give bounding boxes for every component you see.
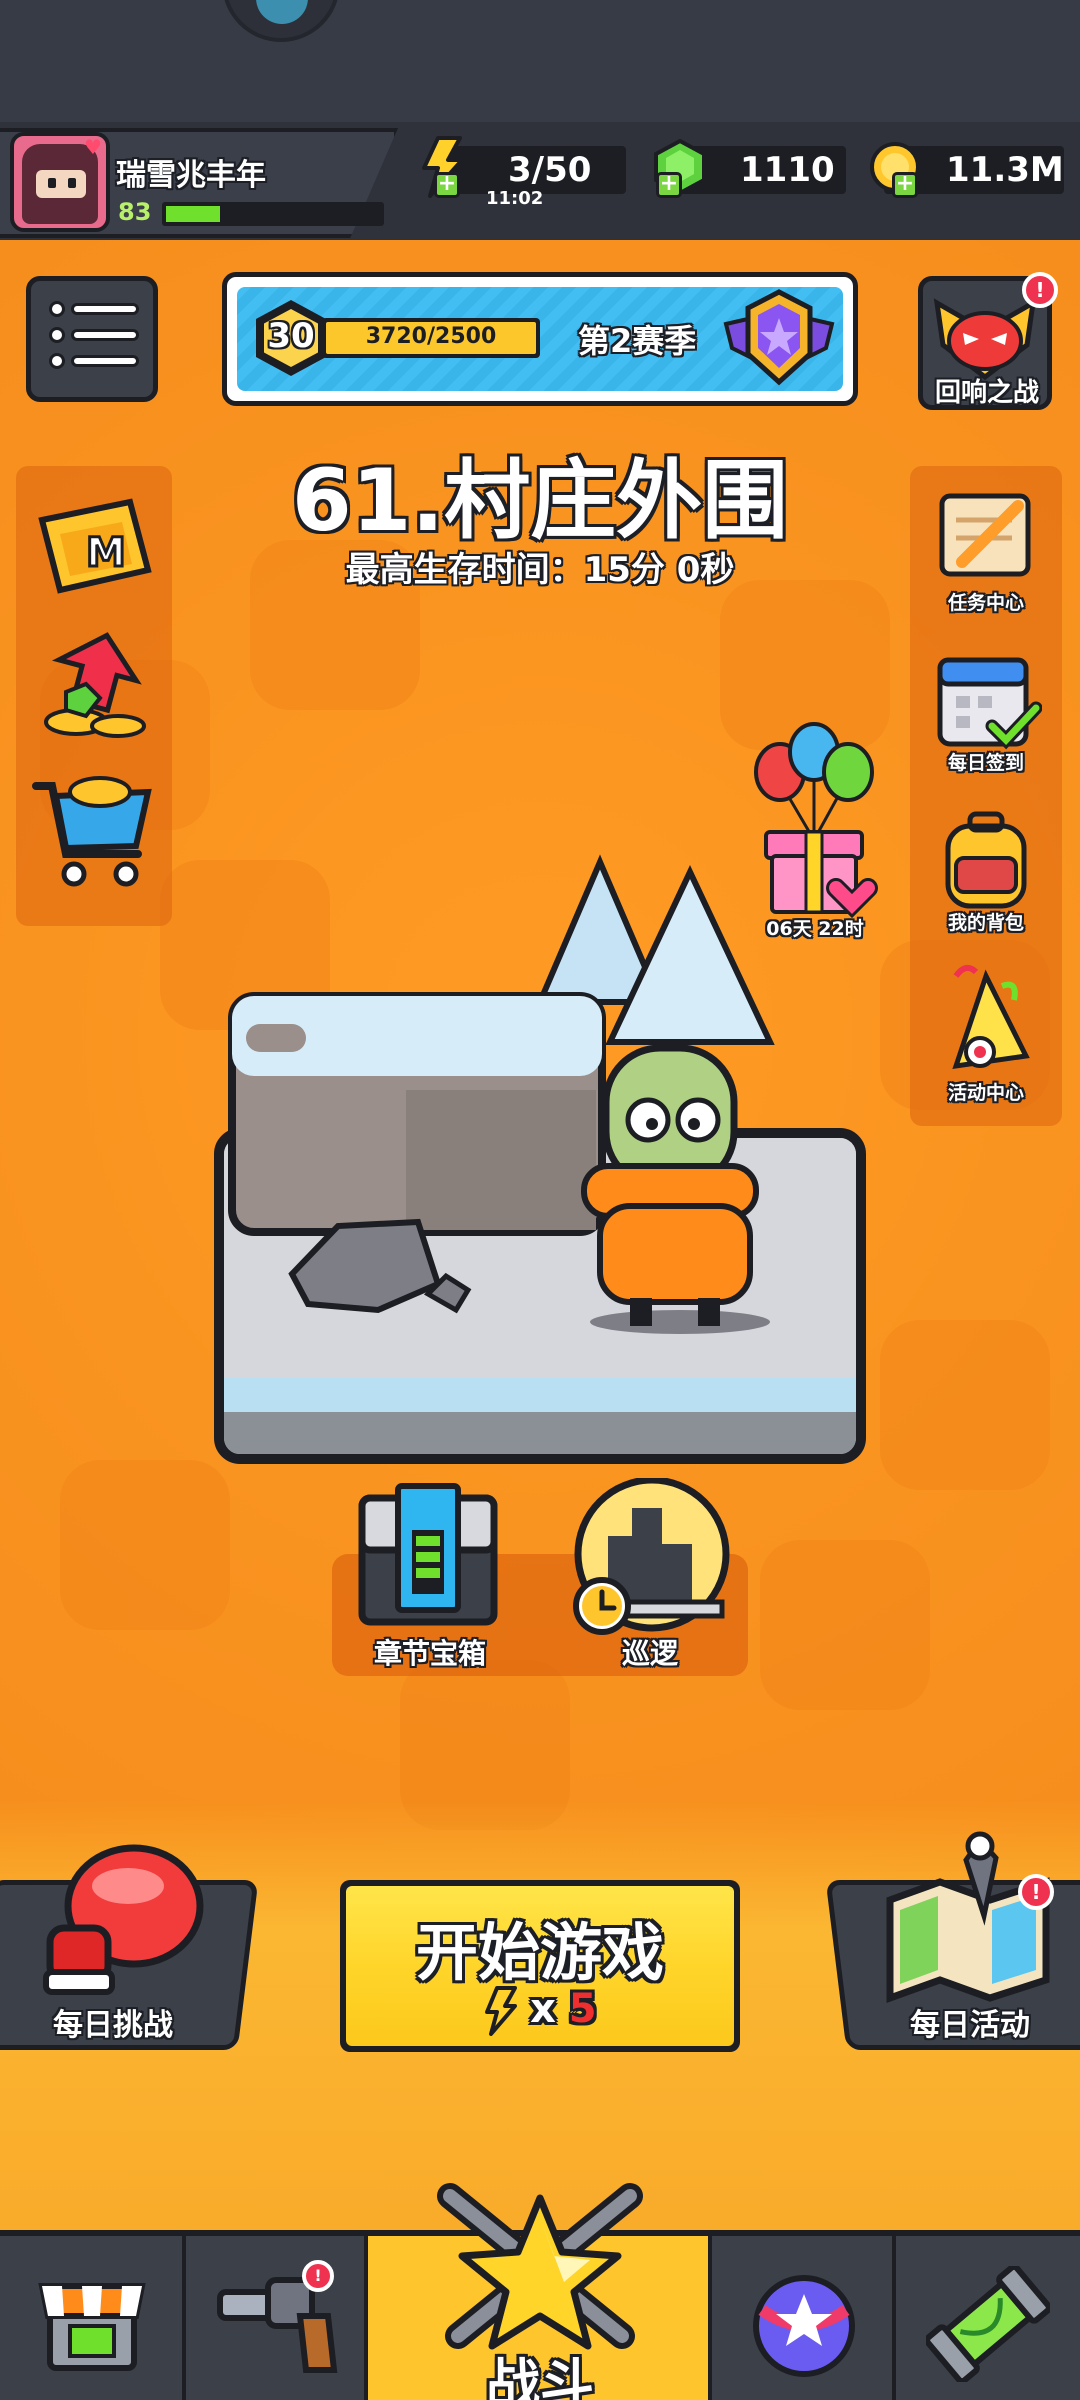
camera-notch — [222, 0, 340, 42]
energy-timer: 11:02 — [486, 188, 544, 209]
my-backpack-label: 我的背包 — [947, 912, 1024, 934]
coin-value: 11.3M — [946, 150, 1064, 190]
patrol-label: 巡逻 — [621, 1637, 678, 1670]
star-orb-icon — [753, 2275, 855, 2377]
chapter-chest-label: 章节宝箱 — [373, 1637, 486, 1670]
nav-tab-shop[interactable] — [0, 2236, 186, 2400]
daily-signin-label: 每日签到 — [947, 752, 1024, 774]
start-cost-value: 5 — [568, 1986, 597, 2032]
calendar-check-icon[interactable] — [928, 648, 1042, 752]
nav-tab-talents[interactable] — [712, 2236, 896, 2400]
shopping-cart-icon[interactable] — [30, 762, 160, 892]
event-center-label: 活动中心 — [947, 1082, 1024, 1104]
treasure-map-icon — [886, 1831, 1050, 2003]
svg-text:M: M — [86, 530, 126, 576]
quest-center-label: 任务中心 — [947, 592, 1024, 614]
lightning-icon — [485, 1986, 518, 2036]
gem-value: 1110 — [740, 150, 835, 190]
start-cost-multiplier: x — [530, 1986, 556, 2032]
season-progress-text: 3720/2500 — [365, 324, 497, 349]
daily-challenge-label: 每日挑战 — [53, 2008, 173, 2043]
m-card-icon[interactable]: M — [30, 490, 160, 610]
rock-icon — [288, 1218, 472, 1314]
status-area — [0, 0, 1080, 122]
heart-icon: ♥ — [84, 135, 102, 159]
season-level: 30 — [267, 316, 315, 356]
nav-battle-label: 战斗 — [486, 2353, 594, 2400]
energy-value: 3/50 — [508, 150, 592, 190]
xp-fill — [166, 206, 220, 222]
nav-tab-evolution[interactable] — [896, 2236, 1080, 2400]
menu-button[interactable] — [26, 276, 158, 402]
scroll-quest-icon[interactable] — [926, 486, 1044, 586]
xp-bar — [162, 202, 384, 226]
add-gems-button[interactable]: + — [656, 172, 682, 198]
season-name: 第2赛季 — [578, 322, 697, 360]
start-game-button[interactable]: 开始游戏 x 5 — [340, 1880, 740, 2052]
shop-icon — [38, 2283, 146, 2371]
add-energy-button[interactable]: + — [434, 172, 460, 198]
backpack-icon[interactable] — [932, 808, 1040, 912]
player-level: 83 — [118, 198, 152, 226]
nav-tab-equipment[interactable]: ! — [186, 2236, 368, 2400]
echo-battle-alert-badge: ! — [1022, 272, 1058, 308]
echo-battle-label: 回响之战 — [934, 378, 1039, 408]
dna-capsule-icon — [926, 2266, 1050, 2382]
boxing-glove-icon — [43, 1844, 204, 1995]
player-name: 瑞雪兆丰年 — [116, 158, 266, 193]
battle-star-icon — [437, 2183, 643, 2350]
season-emblem-icon — [723, 289, 835, 386]
equipment-alert-badge: ! — [302, 2260, 334, 2292]
avatar[interactable]: ♥ — [10, 132, 110, 232]
start-cost: x 5 — [346, 1986, 734, 2036]
start-game-label: 开始游戏 — [415, 1916, 664, 1989]
daily-activity-alert-badge: ! — [1018, 1874, 1054, 1910]
gem-upgrade-icon[interactable] — [36, 626, 156, 746]
daily-activity-label: 每日活动 — [910, 2008, 1030, 2043]
add-coins-button[interactable]: + — [892, 172, 918, 198]
stone-wall-icon — [228, 992, 606, 1236]
patrol-icon[interactable] — [566, 1478, 738, 1642]
chapter-chest-icon[interactable] — [352, 1482, 504, 1632]
party-popper-icon[interactable] — [926, 956, 1044, 1080]
zombie-character-icon — [581, 1044, 770, 1334]
